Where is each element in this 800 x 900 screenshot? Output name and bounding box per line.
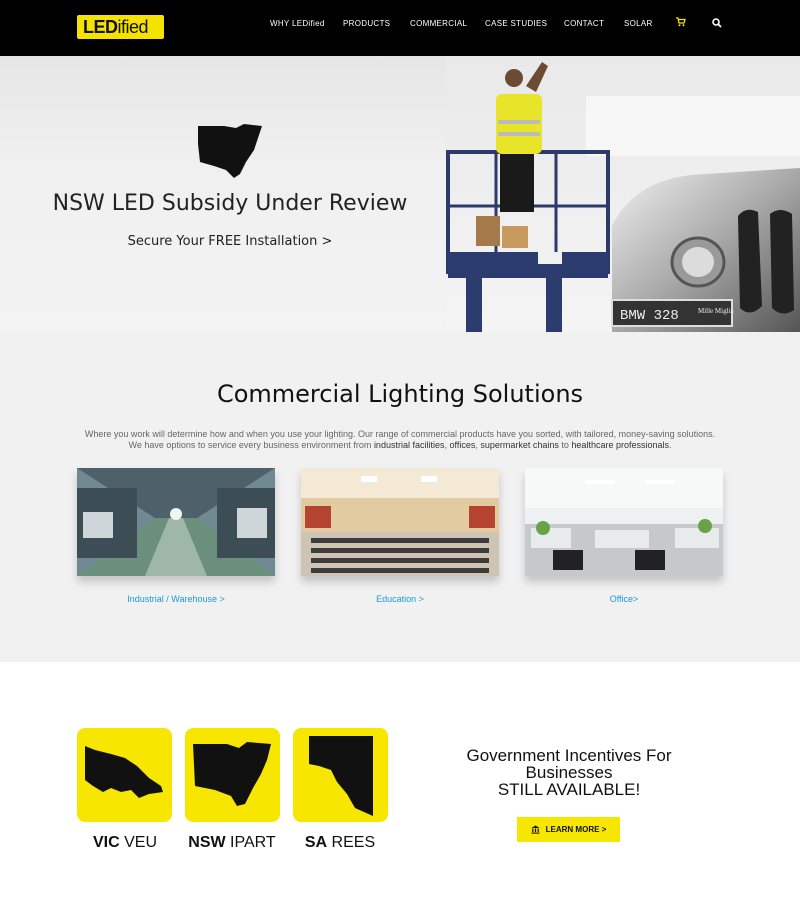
sa-badge[interactable] [293,728,388,822]
learn-more-button[interactable]: LEARN MORE > [517,817,620,842]
learn-more-label: LEARN MORE > [545,825,607,834]
nav-solar[interactable]: SOLAR [624,19,653,28]
vic-badge[interactable] [77,728,172,822]
nsw-map-icon [193,742,271,806]
incentives-heading: Government Incentives For Businesses STI… [440,747,698,798]
license-plate: BMW 328 [620,308,679,324]
cart-icon[interactable] [676,17,686,27]
nav-contact[interactable]: CONTACT [564,19,604,28]
sa-map-icon [309,736,373,816]
heading-line-1: Government Incentives For [466,746,672,765]
office-link[interactable]: Office> [525,594,723,604]
desc-offices: offices [449,440,476,450]
hero-photo: BMW 328 Mille Miglia [446,56,800,332]
heading-line-2: Businesses [525,763,613,782]
logo-led: LED [83,17,118,37]
scheme-name: VEU [119,834,157,851]
incentives-section: VIC VEU NSW IPART SA REES Government Inc… [0,662,800,900]
desc-supermarket: supermarket chains [480,440,559,450]
industrial-warehouse-link[interactable]: Industrial / Warehouse > [77,594,275,604]
section-description: Where you work will determine how and wh… [80,429,720,451]
bank-icon [531,825,540,834]
education-link[interactable]: Education > [301,594,499,604]
search-icon[interactable] [712,18,722,28]
industrial-card-image[interactable] [77,468,275,576]
desc-sep: to [558,440,572,450]
nav-case-studies[interactable]: CASE STUDIES [485,19,547,28]
hero-banner: NSW LED Subsidy Under Review Secure Your… [0,56,800,332]
hero-title: NSW LED Subsidy Under Review [52,191,408,216]
hero-cta-link[interactable]: Secure Your FREE Installation > [30,234,430,249]
desc-healthcare: healthcare professionals [571,440,669,450]
nav-products[interactable]: PRODUCTS [343,19,390,28]
office-card-image[interactable] [525,468,723,576]
nav-commercial[interactable]: COMMERCIAL [410,19,467,28]
logo-ified: ified [117,17,149,37]
heading-line-3: STILL AVAILABLE! [497,780,641,799]
vic-map-icon [85,746,163,798]
license-plate-sub: Mille Miglia [698,307,734,315]
education-card-image[interactable] [301,468,499,576]
nsw-badge[interactable] [185,728,280,822]
ledified-logo[interactable]: LEDified [77,15,164,39]
state-abbr: NSW [188,834,226,851]
scheme-name: REES [327,834,376,851]
desc-end: . [668,440,672,450]
nav-why-ledified[interactable]: WHY LEDified [270,19,325,28]
scheme-name: IPART [225,834,276,851]
top-nav: LEDified WHY LEDified PRODUCTS COMMERCIA… [0,0,800,56]
state-abbr: SA [304,834,328,851]
commercial-section: Commercial Lighting Solutions Where you … [0,332,800,662]
section-title: Commercial Lighting Solutions [216,380,584,408]
nsw-map-icon [198,124,262,178]
state-abbr: VIC [92,834,120,851]
desc-industrial: industrial facilities [373,440,445,450]
sa-rees-label: SA REES [275,834,405,852]
